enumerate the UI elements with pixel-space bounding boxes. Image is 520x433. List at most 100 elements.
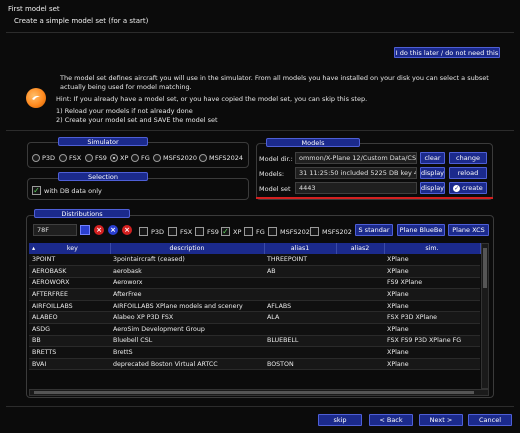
cell-alias2 [336,335,384,348]
distributions-table[interactable]: ▴ key description alias1 alias2 sim. 3POI… [29,243,481,371]
cell-sim: XPlane [384,288,480,301]
next-button[interactable]: Next > [419,414,463,426]
table-row[interactable]: ASDG AeroSim Development Group XPlane [29,323,480,336]
dist-check-fsx[interactable]: FSX [168,227,192,236]
checkbox-label: MSFS202 [280,227,310,236]
cell-key: AEROWORX [29,277,110,290]
model-dir-field[interactable]: ommon/X-Plane 12/Custom Data/CSL [295,152,417,164]
table-row[interactable]: AEROWORX Aeroworx FS9 XPlane [29,277,480,290]
display-models-button[interactable]: display [420,167,445,179]
radio-selected-icon [110,154,118,162]
models-label: Models: [259,170,285,178]
sim-radio-msfs2024[interactable]: MSFS2024 [199,154,243,162]
dist-check-xp[interactable]: ✓ XP [221,227,241,236]
delete-icon[interactable]: × [94,225,104,235]
sim-radio-fg[interactable]: FG [131,154,150,162]
radio-label: FS9 [95,154,107,162]
cell-description: 3pointaircraft (ceased) [110,254,264,267]
swift-logo-icon [26,88,46,108]
bluebell-distribution-button[interactable]: Plane BlueBe [397,224,445,236]
column-header-alias2[interactable]: alias2 [336,243,385,254]
cell-key: BB [29,335,110,348]
sim-radio-fsx[interactable]: FSX [59,154,81,162]
change-button[interactable]: change [449,152,487,164]
cell-key: ASDG [29,323,110,336]
column-header-description[interactable]: description [110,243,265,254]
checkbox-icon [244,227,253,236]
scrollbar-thumb[interactable] [483,248,487,288]
table-row[interactable]: BRETTS BrettS XPlane [29,346,480,359]
with-db-only-checkbox[interactable]: ✓ with DB data only [32,186,102,195]
cell-description: deprecated Boston Virtual ARTCC [110,358,264,371]
dist-check-p3d[interactable]: P3D [139,227,164,236]
table-horizontal-scrollbar[interactable] [29,389,489,396]
reload-button[interactable]: reload [449,167,487,179]
radio-label: FSX [69,154,82,162]
column-header-key[interactable]: ▴ key [29,243,111,254]
sim-radio-msfs2020[interactable]: MSFS2020 [153,154,197,162]
table-header-row: ▴ key description alias1 alias2 sim. [29,243,481,254]
table-row[interactable]: BB Bluebell CSL BLUEBELL FSX FS9 P3D XPlane… [29,335,480,348]
checkmark-icon: ✓ [221,227,230,236]
dist-check-msfs2020[interactable]: MSFS202 [268,227,310,236]
models-info-field: 31 11:25:50 included 5225 DB key 4444 [295,167,417,179]
remove-icon[interactable]: × [122,225,132,235]
cell-alias1: BOSTON [264,358,336,371]
cell-description: BrettS [110,346,264,359]
radio-label: MSFS2024 [209,154,244,162]
column-header-sim[interactable]: sim. [384,243,481,254]
table-row[interactable]: AFTERFREE AfterFree XPlane [29,288,480,301]
xcsl-distribution-button[interactable]: Plane XCS [448,224,489,236]
table-vertical-scrollbar[interactable] [481,243,489,389]
cell-alias2 [336,277,384,290]
cell-alias1: THREEPOINT [264,254,336,267]
radio-icon [85,154,93,162]
column-header-alias1[interactable]: alias1 [264,243,337,254]
distributions-group-title: Distributions [34,209,130,218]
radio-icon [131,154,139,162]
table-row[interactable]: ALABEO Alabeo XP P3D FSX ALA FSX P3D XPlane [29,311,480,325]
dist-check-msfs2024[interactable]: MSFS202 [310,227,352,236]
table-row[interactable]: BVAI deprecated Boston Virtual ARTCC BOSTO… [29,358,480,371]
create-button[interactable]: ✓ create [449,182,487,194]
table-row[interactable]: AEROBASK aerobask AB XPlane [29,265,480,278]
dist-check-fg[interactable]: FG [244,227,265,236]
distribution-filter-input[interactable]: 78F [33,224,77,236]
checkbox-label: FSX [180,227,193,236]
sim-radio-xp[interactable]: XP [110,154,128,162]
checkbox-label: FG [256,227,265,236]
header-divider [6,32,514,33]
step-1-text: 1) Reload your models if not already don… [56,107,193,115]
sort-indicator-icon: ▴ [32,245,36,252]
selection-group-title: Selection [58,172,148,181]
skip-button[interactable]: skip [318,414,362,426]
table-row[interactable]: AIRFOILLABS AIRFOILLABS XPlane models and… [29,300,480,313]
cell-sim: XPlane [384,358,480,371]
cell-alias2 [336,346,384,359]
cancel-button[interactable]: Cancel [468,414,512,426]
highlight-underline [256,197,493,199]
cell-description: Bluebell CSL [110,335,264,348]
checkbox-label: with DB data only [44,186,102,195]
check-circle-icon: ✓ [453,184,461,192]
do-later-button[interactable]: I do this later / do not need this [394,47,500,58]
sim-radio-p3d[interactable]: P3D [32,154,55,162]
radio-icon [199,154,207,162]
dist-check-fs9[interactable]: FS9 [195,227,219,236]
intro-text: The model set defines aircraft you will … [60,74,489,91]
cell-alias1: BLUEBELL [264,335,336,348]
cell-alias2 [336,300,384,313]
sim-radio-fs9[interactable]: FS9 [85,154,107,162]
table-row[interactable]: 3POINT 3pointaircraft (ceased) THREEPOINT X… [29,254,480,267]
radio-label: FG [141,154,150,162]
cell-alias1 [264,277,336,290]
back-button[interactable]: < Back [369,414,413,426]
clear-button[interactable]: clear [420,152,445,164]
filter-icon[interactable] [80,225,90,235]
model-set-field: 4443 [295,182,417,194]
cell-description: AeroSim Development Group [110,323,264,336]
standard-distribution-button[interactable]: S standar [355,224,393,236]
clear-filter-icon[interactable]: × [108,225,118,235]
display-set-button[interactable]: display [420,182,445,194]
scrollbar-thumb[interactable] [34,391,474,394]
